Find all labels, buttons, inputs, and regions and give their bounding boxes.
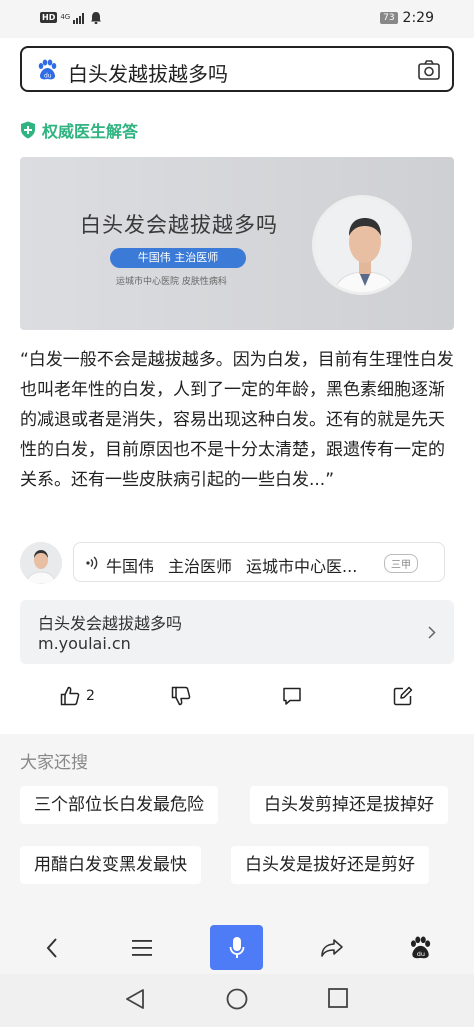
comment-button[interactable] bbox=[282, 686, 302, 706]
system-back-icon[interactable] bbox=[125, 988, 145, 1010]
voice-search-button[interactable] bbox=[210, 925, 263, 970]
status-right: 73 2:29 bbox=[380, 10, 434, 26]
browser-toolbar: du bbox=[0, 918, 474, 974]
system-navigation-bar bbox=[0, 974, 474, 1027]
edit-icon bbox=[393, 686, 413, 706]
comment-icon bbox=[283, 687, 301, 705]
related-search-chip[interactable]: 白头发剪掉还是拔掉好 bbox=[250, 786, 448, 824]
search-query: 白头发越拔越多吗 bbox=[68, 62, 228, 86]
share-button[interactable] bbox=[306, 926, 358, 970]
network-type: 4G bbox=[60, 13, 71, 21]
camera-icon[interactable] bbox=[418, 60, 440, 80]
hospital-tier-badge: 三甲 bbox=[384, 554, 418, 573]
doctor-hospital: 运城市中心医... bbox=[246, 557, 358, 576]
status-bar: HD 4G 73 2:29 bbox=[0, 0, 474, 38]
dislike-button[interactable] bbox=[171, 686, 191, 706]
video-doctor-pill: 牛国伟 主治医师 bbox=[110, 248, 246, 268]
share-arrow-icon bbox=[321, 939, 343, 957]
menu-button[interactable] bbox=[116, 926, 168, 970]
authority-badge: 权威医生解答 bbox=[20, 118, 138, 142]
like-count: 2 bbox=[86, 688, 95, 704]
doctor-credentials: 牛国伟 主治医师 运城市中心医... bbox=[106, 553, 357, 577]
hd-badge: HD bbox=[40, 12, 58, 23]
back-button[interactable] bbox=[26, 926, 78, 970]
related-searches: 大家还搜 三个部位长白发最危险 白头发剪掉还是拔掉好 用醋白发变黑发最快 白头发… bbox=[0, 734, 474, 918]
status-indicators: HD 4G bbox=[40, 11, 102, 24]
video-hospital: 运城市中心医院 皮肤性病科 bbox=[116, 277, 227, 287]
authority-label: 权威医生解答 bbox=[42, 122, 139, 141]
video-title: 白头发会越拔越多吗 bbox=[80, 213, 278, 237]
svg-text:du: du bbox=[417, 950, 425, 958]
edit-button[interactable] bbox=[393, 686, 413, 706]
source-link[interactable]: 白头发会越拔越多吗 m.youlai.cn bbox=[20, 600, 454, 664]
clock: 2:29 bbox=[402, 10, 434, 26]
signal-icon bbox=[73, 12, 85, 24]
system-recents-icon[interactable] bbox=[328, 988, 348, 1008]
avatar[interactable] bbox=[20, 542, 62, 584]
baidu-home-button[interactable]: du bbox=[394, 926, 446, 970]
baidu-paw-icon: du bbox=[38, 59, 57, 80]
microphone-icon bbox=[229, 936, 244, 958]
doctor-audio-chip[interactable]: 牛国伟 主治医师 运城市中心医... 三甲 bbox=[73, 542, 445, 582]
chevron-left-icon bbox=[46, 938, 57, 958]
source-url: m.youlai.cn bbox=[38, 634, 131, 653]
doctor-name: 牛国伟 bbox=[106, 557, 155, 576]
svg-text:du: du bbox=[44, 73, 52, 80]
related-search-chip[interactable]: 三个部位长白发最危险 bbox=[20, 786, 218, 824]
battery-indicator: 73 bbox=[380, 12, 398, 24]
search-header: du 白头发越拔越多吗 bbox=[0, 38, 474, 100]
menu-icon bbox=[132, 940, 152, 956]
thumbs-down-icon bbox=[171, 686, 191, 706]
system-home-icon[interactable] bbox=[226, 988, 248, 1010]
action-bar: 2 bbox=[0, 680, 474, 720]
related-searches-title: 大家还搜 bbox=[20, 753, 88, 773]
notification-bell-icon bbox=[91, 12, 102, 24]
thumbs-up-icon bbox=[60, 686, 80, 706]
doctor-title: 主治医师 bbox=[168, 557, 233, 576]
answer-card: 权威医生解答 白头发会越拔越多吗 牛国伟 主治医师 运城市中心医院 皮肤性病科 … bbox=[0, 100, 474, 734]
baidu-paw-icon: du bbox=[410, 936, 431, 959]
shield-plus-icon bbox=[21, 121, 35, 139]
search-input[interactable]: du 白头发越拔越多吗 bbox=[20, 46, 454, 92]
audio-wave-icon bbox=[86, 556, 98, 570]
like-button[interactable]: 2 bbox=[60, 686, 95, 706]
related-search-chip[interactable]: 白头发是拔好还是剪好 bbox=[231, 846, 429, 884]
related-search-chip[interactable]: 用醋白发变黑发最快 bbox=[20, 846, 201, 884]
chevron-right-icon bbox=[428, 626, 436, 639]
source-title: 白头发会越拔越多吗 bbox=[38, 614, 183, 633]
video-thumbnail[interactable]: 白头发会越拔越多吗 牛国伟 主治医师 运城市中心医院 皮肤性病科 bbox=[20, 157, 454, 330]
doctor-info-row: 牛国伟 主治医师 运城市中心医... 三甲 bbox=[20, 540, 454, 584]
doctor-photo bbox=[312, 195, 412, 295]
answer-quote: “白发一般不会是越拔越多。因为白发，目前有生理性白发也叫老年性的白发，人到了一定… bbox=[20, 350, 454, 490]
